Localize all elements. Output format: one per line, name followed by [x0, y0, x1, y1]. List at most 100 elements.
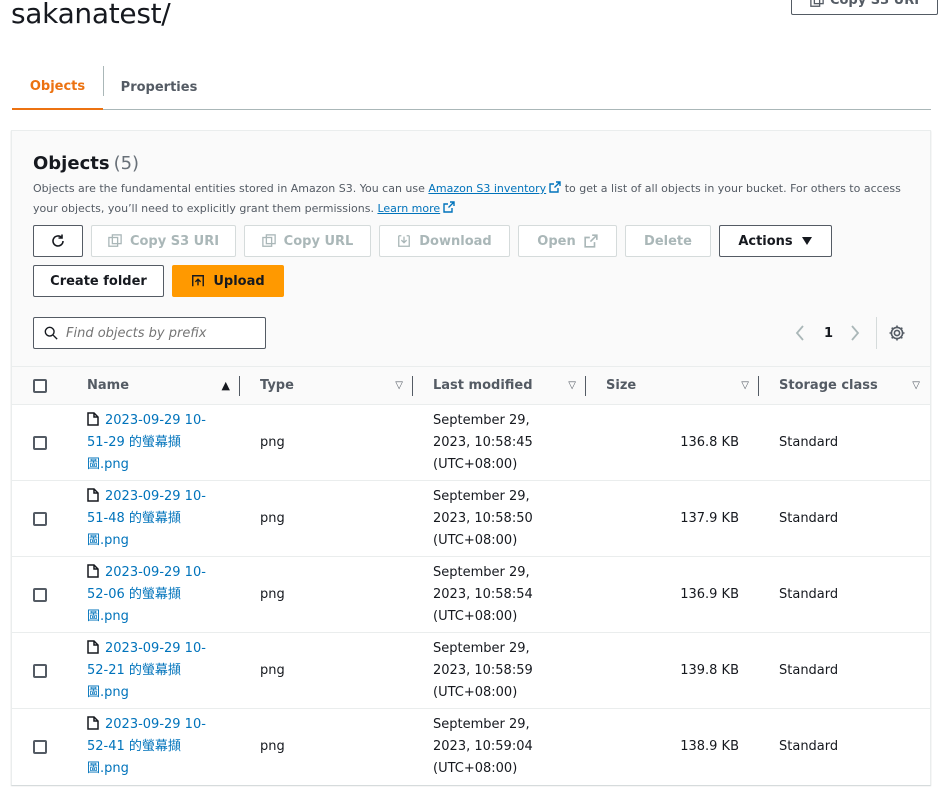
copy-s3-uri-label: Copy S3 URI: [129, 233, 220, 249]
actions-label: Actions: [738, 233, 793, 249]
type-cell: png: [260, 435, 285, 450]
object-name-cell: 2023-09-29 10- 52-06 的螢幕擷 圖.png: [67, 557, 240, 633]
object-name-cell: 2023-09-29 10- 51-29 的螢幕擷 圖.png: [67, 405, 240, 481]
date-line: (UTC+08:00): [433, 456, 518, 472]
row-checkbox[interactable]: [33, 511, 47, 526]
column-header-size[interactable]: Size ▽: [586, 366, 759, 405]
next-page-button[interactable]: [850, 321, 860, 345]
copy-url-button[interactable]: Copy URL: [244, 225, 371, 257]
size-cell: 136.9 KB: [680, 587, 739, 602]
table-row[interactable]: 2023-09-29 10- 52-21 的螢幕擷 圖.png png Sept…: [12, 633, 930, 709]
object-name-link[interactable]: 52-06 的螢幕擷: [87, 587, 181, 602]
table-row[interactable]: 2023-09-29 10- 52-41 的螢幕擷 圖.png png Sept…: [12, 709, 930, 785]
file-icon: [87, 563, 99, 578]
object-name-link[interactable]: 51-48 的螢幕擷: [87, 511, 181, 526]
object-name-link[interactable]: 2023-09-29 10-: [105, 413, 206, 428]
download-button[interactable]: Download: [379, 225, 510, 257]
page-number[interactable]: 1: [824, 321, 833, 345]
size-cell: 139.8 KB: [680, 663, 739, 678]
objects-table: Name ▲ Type ▽ Last modified ▽ Size ▽ Storage…: [12, 366, 930, 785]
object-name-link[interactable]: 52-41 的螢幕擷: [87, 739, 181, 754]
objects-heading: Objects (5): [33, 153, 139, 174]
size-cell: 137.9 KB: [680, 511, 739, 526]
date-line: 2023, 10:59:04: [433, 738, 533, 754]
settings-button[interactable]: [888, 321, 906, 345]
object-name-cell: 2023-09-29 10- 51-48 的螢幕擷 圖.png: [67, 481, 240, 557]
upload-button[interactable]: Upload: [172, 265, 284, 297]
prev-page-button[interactable]: [795, 321, 805, 345]
column-header-type[interactable]: Type ▽: [240, 366, 413, 405]
table-header-row: Name ▲ Type ▽ Last modified ▽ Size ▽ Storage…: [12, 366, 930, 405]
object-name-link[interactable]: 51-29 的螢幕擷: [87, 435, 181, 450]
select-all-cell: [12, 366, 67, 405]
search-input[interactable]: [66, 325, 246, 341]
objects-heading-text: Objects: [33, 153, 110, 174]
open-button[interactable]: Open: [518, 225, 617, 257]
last-modified-header-label: Last modified: [433, 378, 533, 393]
search-field[interactable]: [33, 317, 266, 349]
name-header-label: Name: [87, 378, 130, 393]
sort-icon: ▽: [568, 380, 576, 391]
column-header-last-modified[interactable]: Last modified ▽: [413, 366, 586, 405]
type-cell: png: [260, 587, 285, 602]
tab-properties[interactable]: Properties: [104, 64, 214, 110]
upload-label: Upload: [213, 273, 265, 289]
copy-s3-uri-button[interactable]: Copy S3 URI: [91, 225, 236, 257]
object-name-link[interactable]: 2023-09-29 10-: [105, 565, 206, 580]
object-name-link[interactable]: 圖.png: [87, 457, 129, 472]
last-modified-cell: September 29, 2023, 10:58:54 (UTC+08:00): [413, 557, 586, 633]
column-header-storage-class[interactable]: Storage class ▽: [759, 366, 930, 405]
row-checkbox[interactable]: [33, 739, 47, 754]
download-icon: [398, 235, 411, 247]
learn-more-link[interactable]: Learn more: [377, 202, 440, 215]
object-name-link[interactable]: 2023-09-29 10-: [105, 717, 206, 732]
date-line: 2023, 10:58:54: [433, 586, 533, 602]
object-name-link[interactable]: 52-21 的螢幕擷: [87, 663, 181, 678]
object-name-link[interactable]: 2023-09-29 10-: [105, 489, 206, 504]
copy-icon: [810, 0, 824, 7]
create-folder-label: Create folder: [50, 273, 147, 289]
create-folder-button[interactable]: Create folder: [33, 265, 164, 297]
sort-icon: ▽: [395, 380, 403, 391]
refresh-icon: [52, 234, 64, 247]
date-line: September 29,: [433, 488, 530, 504]
last-modified-cell: September 29, 2023, 10:58:50 (UTC+08:00): [413, 481, 586, 557]
storage-class-cell: Standard: [779, 587, 839, 602]
date-line: 2023, 10:58:45: [433, 434, 533, 450]
object-name-link[interactable]: 圖.png: [87, 533, 129, 548]
date-line: (UTC+08:00): [433, 684, 518, 700]
row-checkbox[interactable]: [33, 663, 47, 678]
object-name-link[interactable]: 圖.png: [87, 609, 129, 624]
storage-class-cell: Standard: [779, 663, 839, 678]
delete-label: Delete: [644, 233, 692, 249]
object-name-cell: 2023-09-29 10- 52-21 的螢幕擷 圖.png: [67, 633, 240, 709]
row-checkbox[interactable]: [33, 587, 47, 602]
open-label: Open: [537, 233, 576, 249]
objects-description: Objects are the fundamental entities sto…: [33, 179, 903, 219]
select-all-checkbox[interactable]: [33, 378, 47, 393]
object-name-link[interactable]: 圖.png: [87, 685, 129, 700]
objects-container: Objects (5) Objects are the fundamental e…: [11, 130, 931, 785]
object-name-link[interactable]: 2023-09-29 10-: [105, 641, 206, 656]
s3-inventory-link[interactable]: Amazon S3 inventory: [428, 182, 546, 195]
copy-s3-uri-top-button[interactable]: Copy S3 URI: [791, 0, 938, 15]
row-checkbox[interactable]: [33, 435, 47, 450]
object-name-link[interactable]: 圖.png: [87, 761, 129, 776]
table-row[interactable]: 2023-09-29 10- 51-48 的螢幕擷 圖.png png Sept…: [12, 481, 930, 557]
caret-down-icon: [801, 237, 812, 245]
date-line: September 29,: [433, 564, 530, 580]
column-header-name[interactable]: Name ▲: [67, 366, 240, 405]
tab-objects[interactable]: Objects: [12, 64, 103, 110]
refresh-button[interactable]: [33, 225, 83, 257]
sort-icon: ▽: [912, 380, 920, 391]
type-header-label: Type: [260, 378, 294, 393]
table-row[interactable]: 2023-09-29 10- 52-06 的螢幕擷 圖.png png Sept…: [12, 557, 930, 633]
table-row[interactable]: 2023-09-29 10- 51-29 的螢幕擷 圖.png png Sept…: [12, 405, 930, 481]
storage-class-cell: Standard: [779, 435, 839, 450]
actions-dropdown[interactable]: Actions: [719, 225, 832, 257]
storage-class-cell: Standard: [779, 511, 839, 526]
storage-class-header-label: Storage class: [779, 378, 878, 393]
date-line: (UTC+08:00): [433, 608, 518, 624]
delete-button[interactable]: Delete: [625, 225, 711, 257]
tab-bar: Objects Properties: [12, 64, 931, 110]
